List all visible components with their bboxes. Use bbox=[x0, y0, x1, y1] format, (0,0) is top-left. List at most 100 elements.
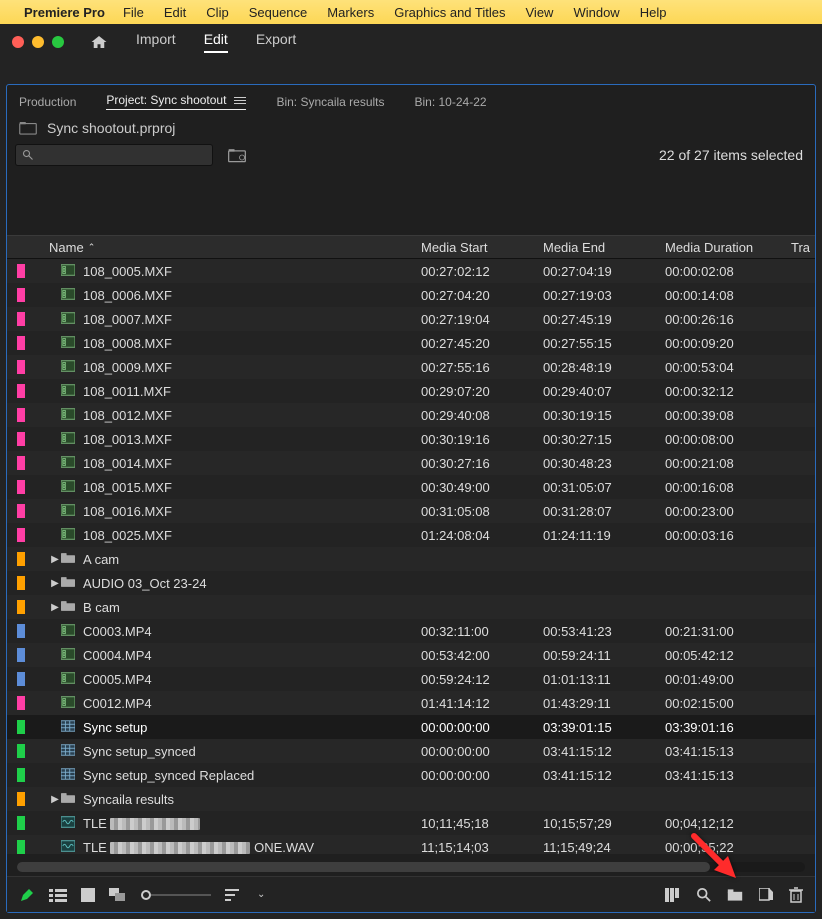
label-swatch[interactable] bbox=[17, 480, 25, 494]
project-row[interactable]: Sync setup_synced Replaced00:00:00:0003:… bbox=[7, 763, 815, 787]
project-row[interactable]: Sync setup00:00:00:0003:39:01:1503:39:01… bbox=[7, 715, 815, 739]
project-row[interactable]: 108_0025.MXF01:24:08:0401:24:11:1900:00:… bbox=[7, 523, 815, 547]
zoom-slider[interactable] bbox=[141, 890, 211, 900]
project-row[interactable]: C0004.MP400:53:42:0000:59:24:1100:05:42:… bbox=[7, 643, 815, 667]
project-row[interactable]: 108_0005.MXF00:27:02:1200:27:04:1900:00:… bbox=[7, 259, 815, 283]
freeform-view-icon[interactable] bbox=[109, 888, 127, 902]
label-swatch[interactable] bbox=[17, 552, 25, 566]
menu-sequence[interactable]: Sequence bbox=[249, 5, 308, 20]
label-swatch[interactable] bbox=[17, 336, 25, 350]
label-swatch[interactable] bbox=[17, 360, 25, 374]
project-row[interactable]: 108_0013.MXF00:30:19:1600:30:27:1500:00:… bbox=[7, 427, 815, 451]
label-swatch[interactable] bbox=[17, 768, 25, 782]
menu-graphics[interactable]: Graphics and Titles bbox=[394, 5, 505, 20]
project-row[interactable]: 108_0015.MXF00:30:49:0000:31:05:0700:00:… bbox=[7, 475, 815, 499]
column-track[interactable]: Tra bbox=[785, 240, 815, 255]
workspace-tab-export[interactable]: Export bbox=[256, 31, 296, 53]
label-swatch[interactable] bbox=[17, 600, 25, 614]
clip-type-icon bbox=[61, 360, 83, 375]
project-row[interactable]: 108_0008.MXF00:27:45:2000:27:55:1500:00:… bbox=[7, 331, 815, 355]
column-media-start[interactable]: Media Start bbox=[415, 240, 537, 255]
label-swatch[interactable] bbox=[17, 696, 25, 710]
project-row[interactable]: ▶A cam bbox=[7, 547, 815, 571]
column-name[interactable]: Name⌃ bbox=[25, 240, 415, 255]
project-row[interactable]: 108_0011.MXF00:29:07:2000:29:40:0700:00:… bbox=[7, 379, 815, 403]
label-swatch[interactable] bbox=[17, 504, 25, 518]
project-row[interactable]: C0012.MP401:41:14:1201:43:29:1100:02:15:… bbox=[7, 691, 815, 715]
workspace-tab-edit[interactable]: Edit bbox=[204, 31, 228, 53]
column-media-duration[interactable]: Media Duration bbox=[659, 240, 785, 255]
label-swatch[interactable] bbox=[17, 744, 25, 758]
window-close-button[interactable] bbox=[12, 36, 24, 48]
scrollbar-thumb[interactable] bbox=[17, 862, 710, 872]
icon-view-icon[interactable] bbox=[81, 888, 95, 902]
horizontal-scrollbar[interactable] bbox=[17, 862, 805, 872]
label-swatch[interactable] bbox=[17, 648, 25, 662]
disclosure-triangle-icon[interactable]: ▶ bbox=[49, 554, 61, 565]
project-row[interactable]: 108_0006.MXF00:27:04:2000:27:19:0300:00:… bbox=[7, 283, 815, 307]
panel-tab-bin-syncaila[interactable]: Bin: Syncaila results bbox=[276, 95, 384, 109]
label-swatch[interactable] bbox=[17, 624, 25, 638]
list-view-icon[interactable] bbox=[49, 888, 67, 902]
label-swatch[interactable] bbox=[17, 456, 25, 470]
label-swatch[interactable] bbox=[17, 816, 25, 830]
project-row[interactable]: ▶B cam bbox=[7, 595, 815, 619]
menu-edit[interactable]: Edit bbox=[164, 5, 186, 20]
menu-markers[interactable]: Markers bbox=[327, 5, 374, 20]
panel-tab-project[interactable]: Project: Sync shootout bbox=[106, 93, 246, 110]
project-row[interactable]: 108_0014.MXF00:30:27:1600:30:48:2300:00:… bbox=[7, 451, 815, 475]
label-swatch[interactable] bbox=[17, 312, 25, 326]
disclosure-triangle-icon[interactable]: ▶ bbox=[49, 794, 61, 805]
new-item-icon[interactable] bbox=[759, 888, 773, 902]
label-swatch[interactable] bbox=[17, 408, 25, 422]
project-row[interactable]: C0003.MP400:32:11:0000:53:41:2300:21:31:… bbox=[7, 619, 815, 643]
workspace-tab-import[interactable]: Import bbox=[136, 31, 176, 53]
disclosure-triangle-icon[interactable]: ▶ bbox=[49, 578, 61, 589]
label-swatch[interactable] bbox=[17, 528, 25, 542]
window-zoom-button[interactable] bbox=[52, 36, 64, 48]
panel-tab-production[interactable]: Production bbox=[19, 95, 76, 109]
label-swatch[interactable] bbox=[17, 792, 25, 806]
menu-view[interactable]: View bbox=[526, 5, 554, 20]
sort-icon[interactable] bbox=[225, 888, 243, 902]
project-row[interactable]: 108_0009.MXF00:27:55:1600:28:48:1900:00:… bbox=[7, 355, 815, 379]
zoom-slider-handle[interactable] bbox=[141, 890, 151, 900]
label-swatch[interactable] bbox=[17, 384, 25, 398]
label-swatch[interactable] bbox=[17, 288, 25, 302]
label-swatch[interactable] bbox=[17, 840, 25, 854]
label-swatch[interactable] bbox=[17, 720, 25, 734]
find-icon[interactable] bbox=[697, 888, 711, 902]
label-swatch[interactable] bbox=[17, 432, 25, 446]
project-row[interactable]: ▶Syncaila results bbox=[7, 787, 815, 811]
new-bin-icon[interactable] bbox=[727, 888, 743, 902]
project-row[interactable]: TLE 10;11;45;1810;15;57;2900;04;12;12 bbox=[7, 811, 815, 835]
label-swatch[interactable] bbox=[17, 264, 25, 278]
panel-menu-icon[interactable] bbox=[234, 95, 246, 106]
app-name[interactable]: Premiere Pro bbox=[24, 5, 105, 20]
menu-help[interactable]: Help bbox=[640, 5, 667, 20]
project-row[interactable]: Sync setup_synced00:00:00:0003:41:15:120… bbox=[7, 739, 815, 763]
sort-dropdown-icon[interactable]: ⌄ bbox=[257, 889, 265, 900]
home-icon[interactable] bbox=[90, 34, 108, 50]
window-minimize-button[interactable] bbox=[32, 36, 44, 48]
panel-tab-bin-date[interactable]: Bin: 10-24-22 bbox=[415, 95, 487, 109]
write-mode-icon[interactable] bbox=[19, 887, 35, 903]
new-bin-from-search-icon[interactable] bbox=[227, 147, 247, 163]
project-row[interactable]: TLE ONE.WAV11;15;14;0311;15;49;2400;00;3… bbox=[7, 835, 815, 854]
project-row[interactable]: ▶AUDIO 03_Oct 23-24 bbox=[7, 571, 815, 595]
label-swatch[interactable] bbox=[17, 576, 25, 590]
menu-window[interactable]: Window bbox=[573, 5, 619, 20]
project-row[interactable]: 108_0016.MXF00:31:05:0800:31:28:0700:00:… bbox=[7, 499, 815, 523]
automate-to-sequence-icon[interactable] bbox=[665, 888, 681, 902]
label-swatch[interactable] bbox=[17, 672, 25, 686]
search-input[interactable] bbox=[38, 148, 206, 162]
search-box[interactable] bbox=[15, 144, 213, 166]
project-row[interactable]: 108_0012.MXF00:29:40:0800:30:19:1500:00:… bbox=[7, 403, 815, 427]
column-media-end[interactable]: Media End bbox=[537, 240, 659, 255]
project-row[interactable]: 108_0007.MXF00:27:19:0400:27:45:1900:00:… bbox=[7, 307, 815, 331]
disclosure-triangle-icon[interactable]: ▶ bbox=[49, 602, 61, 613]
menu-file[interactable]: File bbox=[123, 5, 144, 20]
project-row[interactable]: C0005.MP400:59:24:1201:01:13:1100:01:49:… bbox=[7, 667, 815, 691]
menu-clip[interactable]: Clip bbox=[206, 5, 228, 20]
delete-icon[interactable] bbox=[789, 887, 803, 903]
